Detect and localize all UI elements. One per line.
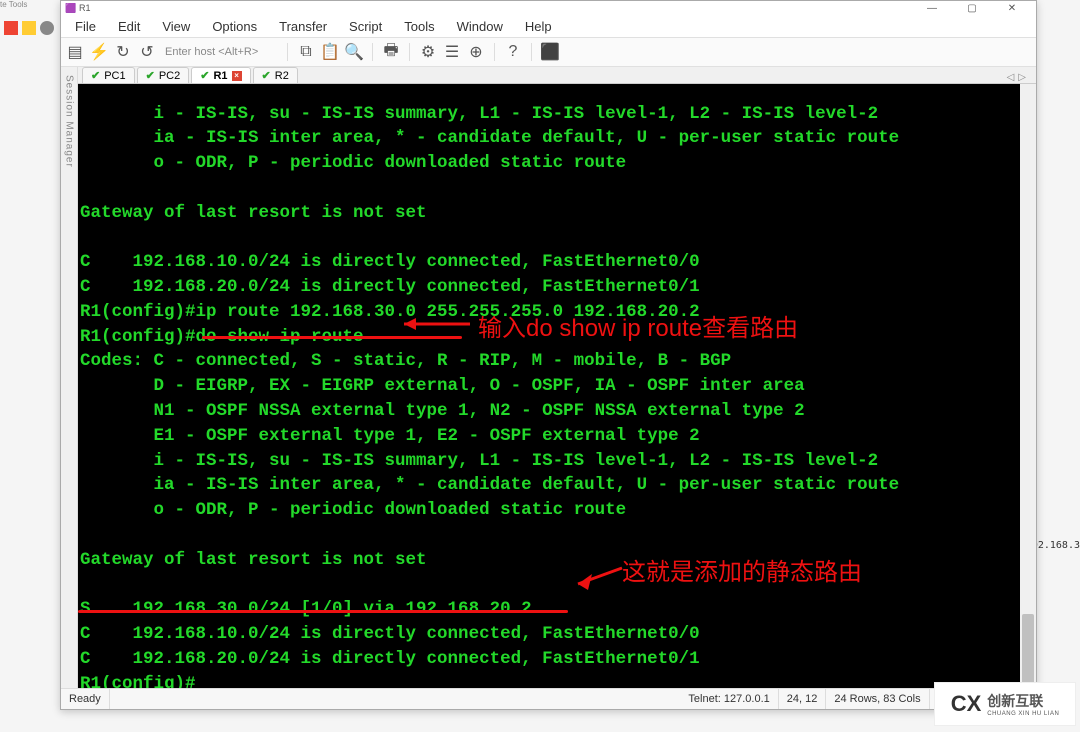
session-manager-label: Session Manager [64, 75, 75, 168]
menu-bar: File Edit View Options Transfer Script T… [61, 15, 1036, 38]
toolbar: ▤ ⚡ ↻ ↺ Enter host <Alt+R> ⧉ 📋 🔍 🖶 ⚙ ☰ ⊕… [61, 38, 1036, 67]
title-bar: 🟪 R1 — ▢ ✕ [61, 1, 1036, 15]
status-terminal-size: 24 Rows, 83 Cols [826, 689, 929, 709]
scroll-thumb[interactable] [1022, 614, 1034, 688]
watermark-py: CHUANG XIN HU LIAN [987, 711, 1059, 717]
check-icon: ✔ [146, 69, 155, 82]
toggle-icon[interactable]: ⊕ [468, 44, 484, 60]
tab-r1[interactable]: ✔ R1 × [191, 67, 250, 83]
copy-icon[interactable]: ⧉ [298, 44, 314, 60]
quick-connect-icon[interactable]: ⚡ [91, 44, 107, 60]
bg-toolbar-fragment [0, 14, 64, 42]
help-icon[interactable]: ? [505, 44, 521, 60]
tab-next-icon[interactable]: ▷ [1018, 72, 1026, 83]
watermark-logo: CX [951, 691, 982, 717]
print-icon[interactable]: 🖶 [383, 44, 399, 60]
session-options-icon[interactable]: ☰ [444, 44, 460, 60]
tab-r2[interactable]: ✔ R2 [253, 67, 298, 83]
tab-pc2[interactable]: ✔ PC2 [137, 67, 190, 83]
securecrt-window: 🟪 R1 — ▢ ✕ File Edit View Options Transf… [60, 0, 1037, 710]
menu-options[interactable]: Options [202, 17, 267, 36]
menu-view[interactable]: View [152, 17, 200, 36]
tab-nav: ◁ ▷ [1007, 72, 1032, 83]
check-icon: ✔ [200, 69, 209, 82]
menu-transfer[interactable]: Transfer [269, 17, 337, 36]
bg-menu-fragment: te Tools [0, 0, 60, 10]
host-input[interactable]: Enter host <Alt+R> [163, 45, 277, 59]
reconnect-icon[interactable]: ↻ [115, 44, 131, 60]
close-tab-icon[interactable]: × [232, 71, 242, 81]
watermark-cn: 创新互联 [987, 691, 1059, 711]
color-icon[interactable]: ⬛ [542, 44, 558, 60]
menu-tools[interactable]: Tools [394, 17, 444, 36]
status-connection: Telnet: 127.0.0.1 [680, 689, 778, 709]
tab-label: PC1 [104, 70, 125, 82]
tab-label: R1 [213, 70, 227, 82]
menu-script[interactable]: Script [339, 17, 392, 36]
paste-icon[interactable]: 📋 [322, 44, 338, 60]
check-icon: ✔ [262, 69, 271, 82]
scrollbar[interactable] [1020, 84, 1036, 688]
window-title: R1 [79, 3, 912, 13]
tab-prev-icon[interactable]: ◁ [1007, 72, 1015, 83]
tab-pc1[interactable]: ✔ PC1 [82, 67, 135, 83]
tab-label: PC2 [159, 70, 180, 82]
check-icon: ✔ [91, 69, 100, 82]
menu-edit[interactable]: Edit [108, 17, 150, 36]
tab-bar: ✔ PC1 ✔ PC2 ✔ R1 × ✔ R2 ◁ ▷ [78, 67, 1036, 84]
menu-file[interactable]: File [65, 17, 106, 36]
connect-icon[interactable]: ▤ [67, 44, 83, 60]
tab-label: R2 [275, 70, 289, 82]
minimize-button[interactable]: — [912, 2, 952, 14]
disconnect-icon[interactable]: ↺ [139, 44, 155, 60]
menu-window[interactable]: Window [447, 17, 513, 36]
options-icon[interactable]: ⚙ [420, 44, 436, 60]
session-manager-panel[interactable]: Session Manager [61, 67, 78, 688]
close-button[interactable]: ✕ [992, 2, 1032, 14]
app-icon: 🟪 [65, 3, 75, 13]
watermark: CX 创新互联 CHUANG XIN HU LIAN [934, 682, 1076, 726]
status-ready: Ready [61, 689, 110, 709]
menu-help[interactable]: Help [515, 17, 562, 36]
status-bar: Ready Telnet: 127.0.0.1 24, 12 24 Rows, … [61, 688, 1036, 709]
bg-side-text: 92.168.3 [1032, 540, 1080, 551]
terminal[interactable]: i - IS-IS, su - IS-IS summary, L1 - IS-I… [78, 102, 1020, 689]
maximize-button[interactable]: ▢ [952, 2, 992, 14]
status-cursor-pos: 24, 12 [779, 689, 827, 709]
find-icon[interactable]: 🔍 [346, 44, 362, 60]
